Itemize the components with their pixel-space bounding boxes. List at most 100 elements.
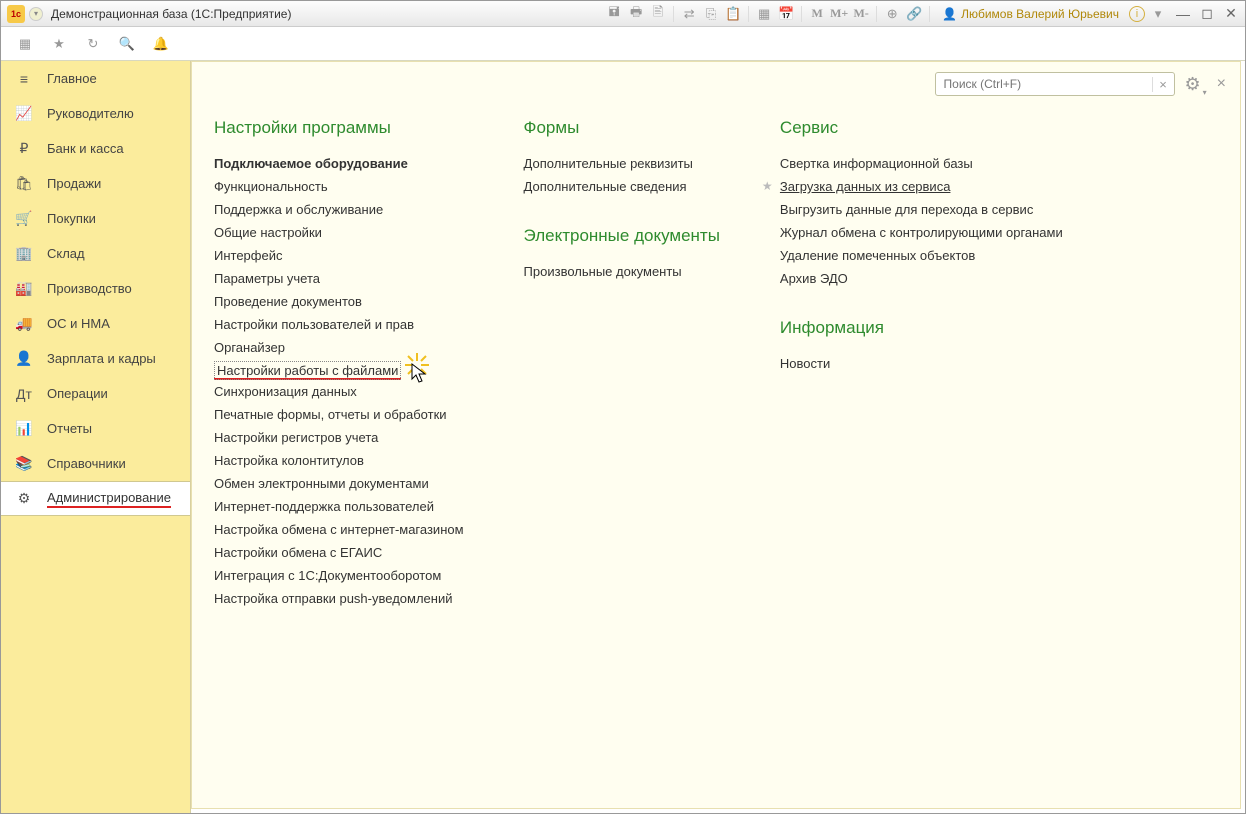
sidebar-item-5[interactable]: 🏢Склад [1,236,190,271]
link-item: Дополнительные сведения [524,175,720,198]
sidebar-item-3[interactable]: 🛍Продажи [1,166,190,201]
column-0: Настройки программыПодключаемое оборудов… [214,118,464,610]
sidebar-item-6[interactable]: 🏭Производство [1,271,190,306]
nav-label: Администрирование [47,490,171,508]
maximize-button[interactable]: ◻ [1199,7,1215,21]
settings-link[interactable]: Настройки обмена с ЕГАИС [214,545,382,560]
settings-link[interactable]: Загрузка данных из сервиса [780,179,951,194]
settings-link[interactable]: Настройки регистров учета [214,430,378,445]
help-icon[interactable]: i [1129,6,1145,22]
link-item: Настройки регистров учета [214,426,464,449]
nav-icon: 📈 [15,105,33,122]
m-plus-button[interactable]: M+ [830,5,848,23]
search-icon[interactable]: 🔍 [117,34,137,54]
nav-label: Руководителю [47,106,134,121]
settings-link[interactable]: Синхронизация данных [214,384,357,399]
search-box[interactable]: × [935,72,1175,96]
calendar-icon[interactable]: 📅 [777,5,795,23]
settings-link[interactable]: Подключаемое оборудование [214,156,408,171]
sidebar-item-8[interactable]: 👤Зарплата и кадры [1,341,190,376]
bell-icon[interactable]: 🔔 [151,34,171,54]
settings-link[interactable]: Поддержка и обслуживание [214,202,383,217]
minimize-button[interactable]: — [1175,7,1191,21]
link-item: Интеграция с 1С:Документооборотом [214,564,464,587]
gear-icon[interactable]: ⚙ [1185,74,1201,95]
history-icon[interactable]: ↻ [83,34,103,54]
settings-link[interactable]: Настройки работы с файлами [214,361,401,380]
settings-link[interactable]: Проведение документов [214,294,362,309]
link-item: Настройка колонтитулов [214,449,464,472]
search-input[interactable] [936,77,1152,91]
settings-link[interactable]: Выгрузить данные для перехода в сервис [780,202,1033,217]
zoom-icon[interactable]: ⊕ [883,5,901,23]
sidebar-item-11[interactable]: 📚Справочники [1,446,190,481]
sidebar-item-0[interactable]: ≡Главное [1,61,190,96]
settings-link[interactable]: Настройки пользователей и прав [214,317,414,332]
settings-link[interactable]: Дополнительные сведения [524,179,687,194]
settings-link[interactable]: Интернет-поддержка пользователей [214,499,434,514]
nav-icon: 🛒 [15,210,33,227]
settings-link[interactable]: Интеграция с 1С:Документооборотом [214,568,441,583]
close-panel-icon[interactable]: × [1217,75,1226,93]
column-heading: Сервис [780,118,1063,138]
m-minus-button[interactable]: M- [852,5,870,23]
copy-icon[interactable]: ⎘ [702,5,720,23]
window-title: Демонстрационная база (1С:Предприятие) [51,7,291,21]
settings-link[interactable]: Свертка информационной базы [780,156,973,171]
settings-link[interactable]: Функциональность [214,179,328,194]
sidebar-item-10[interactable]: 📊Отчеты [1,411,190,446]
link-item: Подключаемое оборудование [214,152,464,175]
settings-link[interactable]: Настройка отправки push-уведомлений [214,591,452,606]
sidebar-item-4[interactable]: 🛒Покупки [1,201,190,236]
print-icon[interactable]: 🖶 [627,5,645,23]
settings-link[interactable]: Дополнительные реквизиты [524,156,693,171]
settings-link[interactable]: Печатные формы, отчеты и обработки [214,407,447,422]
link-icon[interactable]: 🔗 [905,5,923,23]
settings-link[interactable]: Новости [780,356,830,371]
settings-link[interactable]: Журнал обмена с контролирующими органами [780,225,1063,240]
sidebar-item-1[interactable]: 📈 Руководителю [1,96,190,131]
compare-icon[interactable]: ⇄ [680,5,698,23]
settings-link[interactable]: Настройка обмена с интернет-магазином [214,522,464,537]
close-button[interactable]: ✕ [1223,7,1239,21]
m-button[interactable]: M [808,5,826,23]
sidebar-item-7[interactable]: 🚚ОС и НМА [1,306,190,341]
link-item: Архив ЭДО [780,267,1063,290]
settings-link[interactable]: Общие настройки [214,225,322,240]
settings-link[interactable]: Настройка колонтитулов [214,453,364,468]
link-item: Настройки пользователей и прав [214,313,464,336]
nav-icon: Дт [15,386,33,402]
main-panel: × ⚙ × Настройки программыПодключаемое об… [191,61,1241,809]
nav-icon: ≡ [15,71,33,87]
link-item: Свертка информационной базы [780,152,1063,175]
settings-link[interactable]: Интерфейс [214,248,282,263]
star-icon[interactable]: ★ [49,34,69,54]
calc-icon[interactable]: ▦ [755,5,773,23]
settings-link[interactable]: Архив ЭДО [780,271,848,286]
preview-icon[interactable]: 🖹 [649,5,667,23]
body: ≡Главное 📈 Руководителю ₽Банк и касса🛍Прода… [1,61,1245,813]
sidebar-item-9[interactable]: ДтОперации [1,376,190,411]
settings-link[interactable]: Удаление помеченных объектов [780,248,975,263]
link-item: Выгрузить данные для перехода в сервис [780,198,1063,221]
apps-grid-icon[interactable]: ▦ [15,34,35,54]
link-item: Функциональность [214,175,464,198]
nav-icon: 🛍 [15,175,33,192]
paste-icon[interactable]: 📋 [724,5,742,23]
nav-label: Зарплата и кадры [47,351,156,366]
link-item: Интерфейс [214,244,464,267]
link-list: Свертка информационной базы Загрузка данн… [780,152,1063,290]
settings-link[interactable]: Параметры учета [214,271,320,286]
settings-link[interactable]: Обмен электронными документами [214,476,429,491]
clear-search-icon[interactable]: × [1152,77,1174,92]
nav-icon: 🏭 [15,280,33,297]
user-badge[interactable]: 👤 Любимов Валерий Юрьевич [942,7,1119,21]
save-icon[interactable]: 🖬 [605,5,623,23]
sidebar-item-2[interactable]: ₽Банк и касса [1,131,190,166]
sidebar-item-12[interactable]: ⚙Администрирование [1,481,190,516]
dropdown-icon[interactable]: ▾ [1149,5,1167,23]
settings-link[interactable]: Произвольные документы [524,264,682,279]
link-item: Настройки работы с файлами [214,359,401,380]
titlebar-dropdown-icon[interactable]: ▾ [29,7,43,21]
settings-link[interactable]: Органайзер [214,340,285,355]
